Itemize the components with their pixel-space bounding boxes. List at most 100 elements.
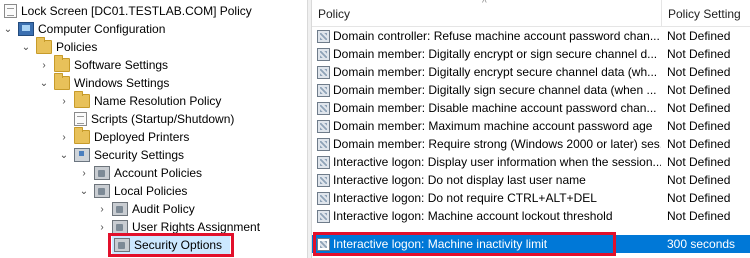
printers-icon	[74, 127, 90, 144]
tree-item-scripts[interactable]: Scripts (Startup/Shutdown)	[74, 110, 234, 128]
policy-setting: Not Defined	[667, 155, 731, 169]
table-row[interactable]: Domain controller: Refuse machine accoun…	[312, 27, 750, 45]
policy-icon	[317, 191, 330, 205]
security-settings-icon	[74, 148, 90, 162]
table-row[interactable]: Domain member: Disable machine account p…	[312, 99, 750, 117]
chevron-right-icon[interactable]: ›	[96, 222, 108, 233]
chevron-down-icon[interactable]: ⌄	[38, 78, 50, 89]
tree-item-label: Deployed Printers	[94, 130, 190, 144]
tree-item-label: Lock Screen [DC01.TESTLAB.COM] Policy	[21, 4, 252, 18]
security-folder-icon	[112, 220, 128, 234]
tree-item-user-rights-assignment[interactable]: › User Rights Assignment	[96, 218, 260, 236]
tree-item-security-options[interactable]: Security Options	[112, 236, 230, 254]
policy-icon	[317, 47, 330, 61]
chevron-right-icon[interactable]: ›	[78, 168, 90, 179]
tree-item-account-policies[interactable]: › Account Policies	[78, 164, 202, 182]
table-row[interactable]: Domain member: Digitally encrypt or sign…	[312, 45, 750, 63]
chevron-right-icon[interactable]: ›	[96, 204, 108, 215]
policy-name: Domain member: Digitally sign secure cha…	[333, 83, 657, 97]
tree-item-label: User Rights Assignment	[132, 220, 261, 234]
policy-icon	[317, 29, 330, 43]
sort-ascending-icon: ^	[482, 0, 487, 9]
policy-name: Domain controller: Refuse machine accoun…	[333, 29, 660, 43]
policy-name: Domain member: Digitally encrypt secure …	[333, 65, 658, 79]
chevron-right-icon[interactable]: ›	[58, 132, 70, 143]
table-row[interactable]: Domain member: Require strong (Windows 2…	[312, 135, 750, 153]
tree-item-label: Policies	[56, 40, 98, 54]
tree-item-label: Software Settings	[74, 58, 169, 72]
policy-icon	[317, 237, 330, 251]
policy-setting: Not Defined	[667, 29, 731, 43]
tree-item-label: Account Policies	[114, 166, 203, 180]
column-header-label: Policy	[318, 6, 351, 21]
folder-icon	[36, 37, 52, 54]
policy-icon	[317, 101, 330, 115]
folder-icon	[54, 73, 70, 90]
table-row[interactable]: Domain member: Digitally encrypt secure …	[312, 63, 750, 81]
tree-item-windows-settings[interactable]: ⌄ Windows Settings	[38, 73, 170, 92]
folder-icon	[54, 55, 70, 72]
security-folder-icon	[112, 202, 128, 216]
list-header: Policy ^ Policy Setting	[312, 0, 750, 27]
policy-icon	[317, 155, 330, 169]
table-row[interactable]: Domain member: Maximum machine account p…	[312, 117, 750, 135]
folder-icon	[74, 91, 90, 108]
policy-setting: 300 seconds	[667, 237, 736, 251]
tree-item-deployed-printers[interactable]: › Deployed Printers	[58, 127, 190, 146]
tree-item-label: Computer Configuration	[38, 22, 166, 36]
table-row[interactable]: Interactive logon: Display user informat…	[312, 153, 750, 171]
policy-setting: Not Defined	[667, 65, 731, 79]
policy-name: Domain member: Digitally encrypt or sign…	[333, 47, 658, 61]
policy-icon	[317, 119, 330, 133]
tree-item-label: Security Settings	[94, 148, 185, 162]
tree-item-label: Audit Policy	[132, 202, 195, 216]
table-row-selected[interactable]: Interactive logon: Machine inactivity li…	[312, 235, 750, 253]
policy-setting: Not Defined	[667, 191, 731, 205]
policy-setting: Not Defined	[667, 83, 731, 97]
tree-item-local-policies[interactable]: ⌄ Local Policies	[78, 182, 187, 200]
policy-setting: Not Defined	[667, 173, 731, 187]
column-header-policy[interactable]: Policy ^	[312, 0, 662, 27]
policy-setting: Not Defined	[667, 119, 731, 133]
chevron-down-icon[interactable]: ⌄	[78, 186, 90, 197]
tree-item-label: Scripts (Startup/Shutdown)	[91, 112, 235, 126]
tree-item-gpo-root[interactable]: Lock Screen [DC01.TESTLAB.COM] Policy	[4, 2, 252, 20]
tree-item-label: Windows Settings	[74, 76, 170, 90]
tree-item-label: Name Resolution Policy	[94, 94, 222, 108]
table-row[interactable]: Interactive logon: Do not require CTRL+A…	[312, 189, 750, 207]
tree-item-security-settings[interactable]: ⌄ Security Settings	[58, 146, 184, 164]
policy-icon	[317, 173, 330, 187]
policy-setting: Not Defined	[667, 137, 731, 151]
policy-setting: Not Defined	[667, 209, 731, 223]
tree-item-computer-configuration[interactable]: ⌄ Computer Configuration	[2, 20, 165, 38]
chevron-down-icon[interactable]: ⌄	[58, 150, 70, 161]
table-row[interactable]: Interactive logon: Machine account locko…	[312, 207, 750, 225]
tree-item-policies[interactable]: ⌄ Policies	[20, 37, 98, 56]
policy-document-icon	[4, 4, 17, 18]
policy-icon	[317, 65, 330, 79]
chevron-down-icon[interactable]: ⌄	[2, 24, 14, 35]
console-tree[interactable]: Lock Screen [DC01.TESTLAB.COM] Policy ⌄ …	[0, 0, 307, 258]
tree-item-label: Local Policies	[114, 184, 188, 198]
tree-item-label: Security Options	[134, 238, 223, 252]
tree-item-audit-policy[interactable]: › Audit Policy	[96, 200, 195, 218]
policy-setting: Not Defined	[667, 101, 731, 115]
policy-icon	[317, 209, 330, 223]
policy-list[interactable]: Policy ^ Policy Setting Domain controlle…	[312, 0, 750, 258]
policy-name: Interactive logon: Machine account locko…	[333, 209, 613, 223]
column-header-label: Policy Setting	[668, 6, 741, 21]
policy-icon	[317, 137, 330, 151]
policy-name: Interactive logon: Do not require CTRL+A…	[333, 191, 597, 205]
table-row[interactable]: Domain member: Digitally sign secure cha…	[312, 81, 750, 99]
chevron-down-icon[interactable]: ⌄	[20, 42, 32, 53]
policy-name: Domain member: Require strong (Windows 2…	[333, 137, 661, 151]
security-folder-icon	[94, 166, 110, 180]
security-folder-icon	[94, 184, 110, 198]
chevron-right-icon[interactable]: ›	[38, 60, 50, 71]
column-header-policy-setting[interactable]: Policy Setting	[662, 0, 750, 27]
policy-name: Interactive logon: Machine inactivity li…	[333, 237, 548, 251]
tree-item-software-settings[interactable]: › Software Settings	[38, 55, 169, 74]
chevron-right-icon[interactable]: ›	[58, 96, 70, 107]
tree-item-name-resolution-policy[interactable]: › Name Resolution Policy	[58, 91, 222, 110]
table-row[interactable]: Interactive logon: Do not display last u…	[312, 171, 750, 189]
